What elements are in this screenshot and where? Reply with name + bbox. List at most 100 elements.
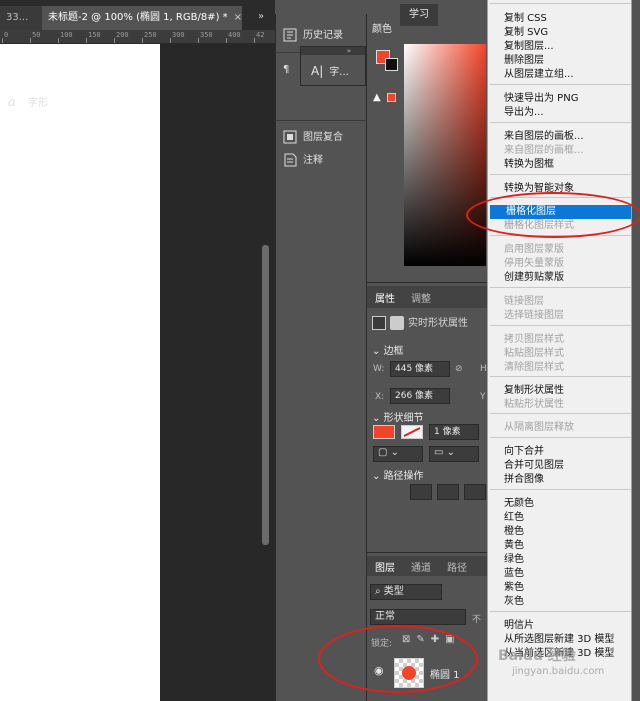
panel-layer-comps[interactable]: 图层复合: [283, 128, 367, 148]
menu-item[interactable]: 快速导出为 PNG: [488, 92, 631, 106]
menu-item[interactable]: 蓝色: [488, 567, 631, 581]
horizontal-ruler: 0 50 100 150 200 250 300 350 400 42: [0, 30, 275, 44]
subtract-shapes-button[interactable]: [437, 484, 459, 500]
character-floating-panel[interactable]: » A| 字...: [300, 46, 366, 86]
panel-notes[interactable]: 注释: [283, 151, 367, 171]
menu-separator: [490, 611, 631, 612]
stroke-align-dropdown[interactable]: ▢ ⌄: [373, 446, 423, 462]
menu-item[interactable]: 合并可见图层: [488, 459, 631, 473]
collapse-icon[interactable]: »: [347, 47, 351, 55]
menu-item[interactable]: 复制 CSS: [488, 12, 631, 26]
menu-item[interactable]: 复制形状属性: [488, 384, 631, 398]
menu-item[interactable]: 转换为图框: [488, 158, 631, 172]
float-panel-handle[interactable]: »: [301, 47, 365, 55]
divider: [275, 120, 367, 121]
menu-item[interactable]: 红色: [488, 511, 631, 525]
menu-item[interactable]: 橙色: [488, 525, 631, 539]
tab-active-document[interactable]: 未标题-2 @ 100% (椭圆 1, RGB/8#) * ×: [42, 6, 242, 30]
width-field[interactable]: 445 像素: [390, 361, 450, 377]
shape-detail-section-header[interactable]: ⌄ 形状细节: [372, 409, 424, 424]
menu-item[interactable]: 从图层建立组...: [488, 68, 631, 82]
menu-item[interactable]: 灰色: [488, 595, 631, 609]
shape-detail-label: 形状细节: [383, 413, 424, 424]
tab-label: 33...: [6, 12, 29, 23]
chevron-down-icon: ⌄: [372, 413, 384, 424]
vertical-scrollbar[interactable]: [262, 245, 269, 545]
menu-item[interactable]: 明信片: [488, 619, 631, 633]
panel-history-label: 历史记录: [303, 30, 343, 41]
menu-item[interactable]: 复制图层...: [488, 40, 631, 54]
ruler-tick: [86, 38, 87, 43]
stroke-color-swatch[interactable]: [401, 425, 423, 439]
transform-icon: [372, 316, 386, 330]
menu-item[interactable]: 导出为...: [488, 106, 631, 120]
tab-color[interactable]: 颜色: [372, 20, 392, 35]
tab-paths[interactable]: 路径: [447, 559, 467, 574]
x-position-field[interactable]: 266 像素: [390, 388, 450, 404]
menu-separator: [490, 84, 631, 85]
background-color-swatch[interactable]: [385, 58, 398, 71]
mask-icon: [390, 316, 404, 330]
color-picker-field[interactable]: [404, 44, 486, 266]
menu-item[interactable]: 创建剪贴蒙版: [488, 271, 631, 285]
tab-layers[interactable]: 图层: [375, 559, 395, 574]
tab-adjustments[interactable]: 调整: [411, 290, 431, 305]
link-icon[interactable]: ⊘: [455, 364, 463, 374]
layer-filter-dropdown[interactable]: ⌕ 类型: [370, 584, 442, 600]
canvas-area[interactable]: [0, 44, 275, 701]
bbox-section-header[interactable]: ⌄ 边框: [372, 342, 404, 357]
gamut-warning-swatch[interactable]: [387, 93, 396, 102]
tab-overflow-icon[interactable]: »: [250, 6, 272, 28]
blend-mode-dropdown[interactable]: 正常: [370, 609, 466, 625]
tab-properties[interactable]: 属性: [375, 290, 395, 305]
search-icon: ⌕: [375, 586, 384, 597]
menu-item[interactable]: 紫色: [488, 581, 631, 595]
panel-layer-comps-label: 图层复合: [303, 132, 343, 143]
ruler-tick-label: 0: [4, 31, 9, 39]
ruler-tick: [170, 38, 171, 43]
close-icon[interactable]: ×: [234, 12, 242, 23]
menu-item[interactable]: 删除图层: [488, 54, 631, 68]
stroke-cap-dropdown[interactable]: ▭ ⌄: [429, 446, 479, 462]
panel-character[interactable]: A| 字...: [311, 61, 361, 81]
menu-item[interactable]: 无颜色: [488, 497, 631, 511]
menu-separator: [490, 122, 631, 123]
ruler-tick-label: 50: [32, 31, 41, 39]
menu-item[interactable]: 拼合图像: [488, 473, 631, 487]
collapsed-panel-dock: [275, 14, 367, 701]
panel-glyphs-label: 字形: [28, 98, 48, 109]
chevron-down-icon: ⌄: [372, 471, 384, 482]
properties-type-label: 实时形状属性: [408, 318, 468, 329]
menu-item: 拷贝图层样式: [504, 334, 564, 345]
layer-comps-icon: [283, 130, 297, 144]
ruler-tick: [198, 38, 199, 43]
chevron-down-icon: ⌄: [372, 346, 384, 357]
combine-shapes-button[interactable]: [410, 484, 432, 500]
menu-item[interactable]: 复制 SVG: [488, 26, 631, 40]
menu-item[interactable]: 绿色: [488, 553, 631, 567]
gamut-warning-icon: ▲: [373, 92, 381, 103]
intersect-shapes-button[interactable]: [464, 484, 486, 500]
width-label: W:: [373, 364, 385, 374]
menu-item[interactable]: 来自图层的画板...: [488, 130, 631, 144]
menu-item[interactable]: 黄色: [488, 539, 631, 553]
menu-separator: [490, 174, 631, 175]
panel-glyphs[interactable]: a 字形: [8, 94, 92, 114]
tab-learn[interactable]: 学习: [400, 4, 438, 26]
ruler-tick: [226, 38, 227, 43]
fill-color-swatch[interactable]: [373, 425, 395, 439]
ruler-tick: [30, 38, 31, 43]
stroke-width-field[interactable]: 1 像素: [429, 424, 479, 440]
path-ops-label: 路径操作: [383, 471, 424, 482]
history-icon: [283, 28, 297, 42]
menu-item[interactable]: 向下合并: [488, 445, 631, 459]
ruler-tick-label: 300: [172, 31, 185, 39]
menu-item: 链接图层: [504, 296, 544, 307]
menu-separator: [490, 287, 631, 288]
path-ops-section-header[interactable]: ⌄ 路径操作: [372, 467, 424, 482]
tab-previous-document[interactable]: 33...: [0, 6, 42, 30]
tab-channels[interactable]: 通道: [411, 559, 431, 574]
panel-history[interactable]: 历史记录: [283, 26, 367, 46]
document-canvas[interactable]: [0, 44, 160, 701]
menu-separator: [490, 376, 631, 377]
